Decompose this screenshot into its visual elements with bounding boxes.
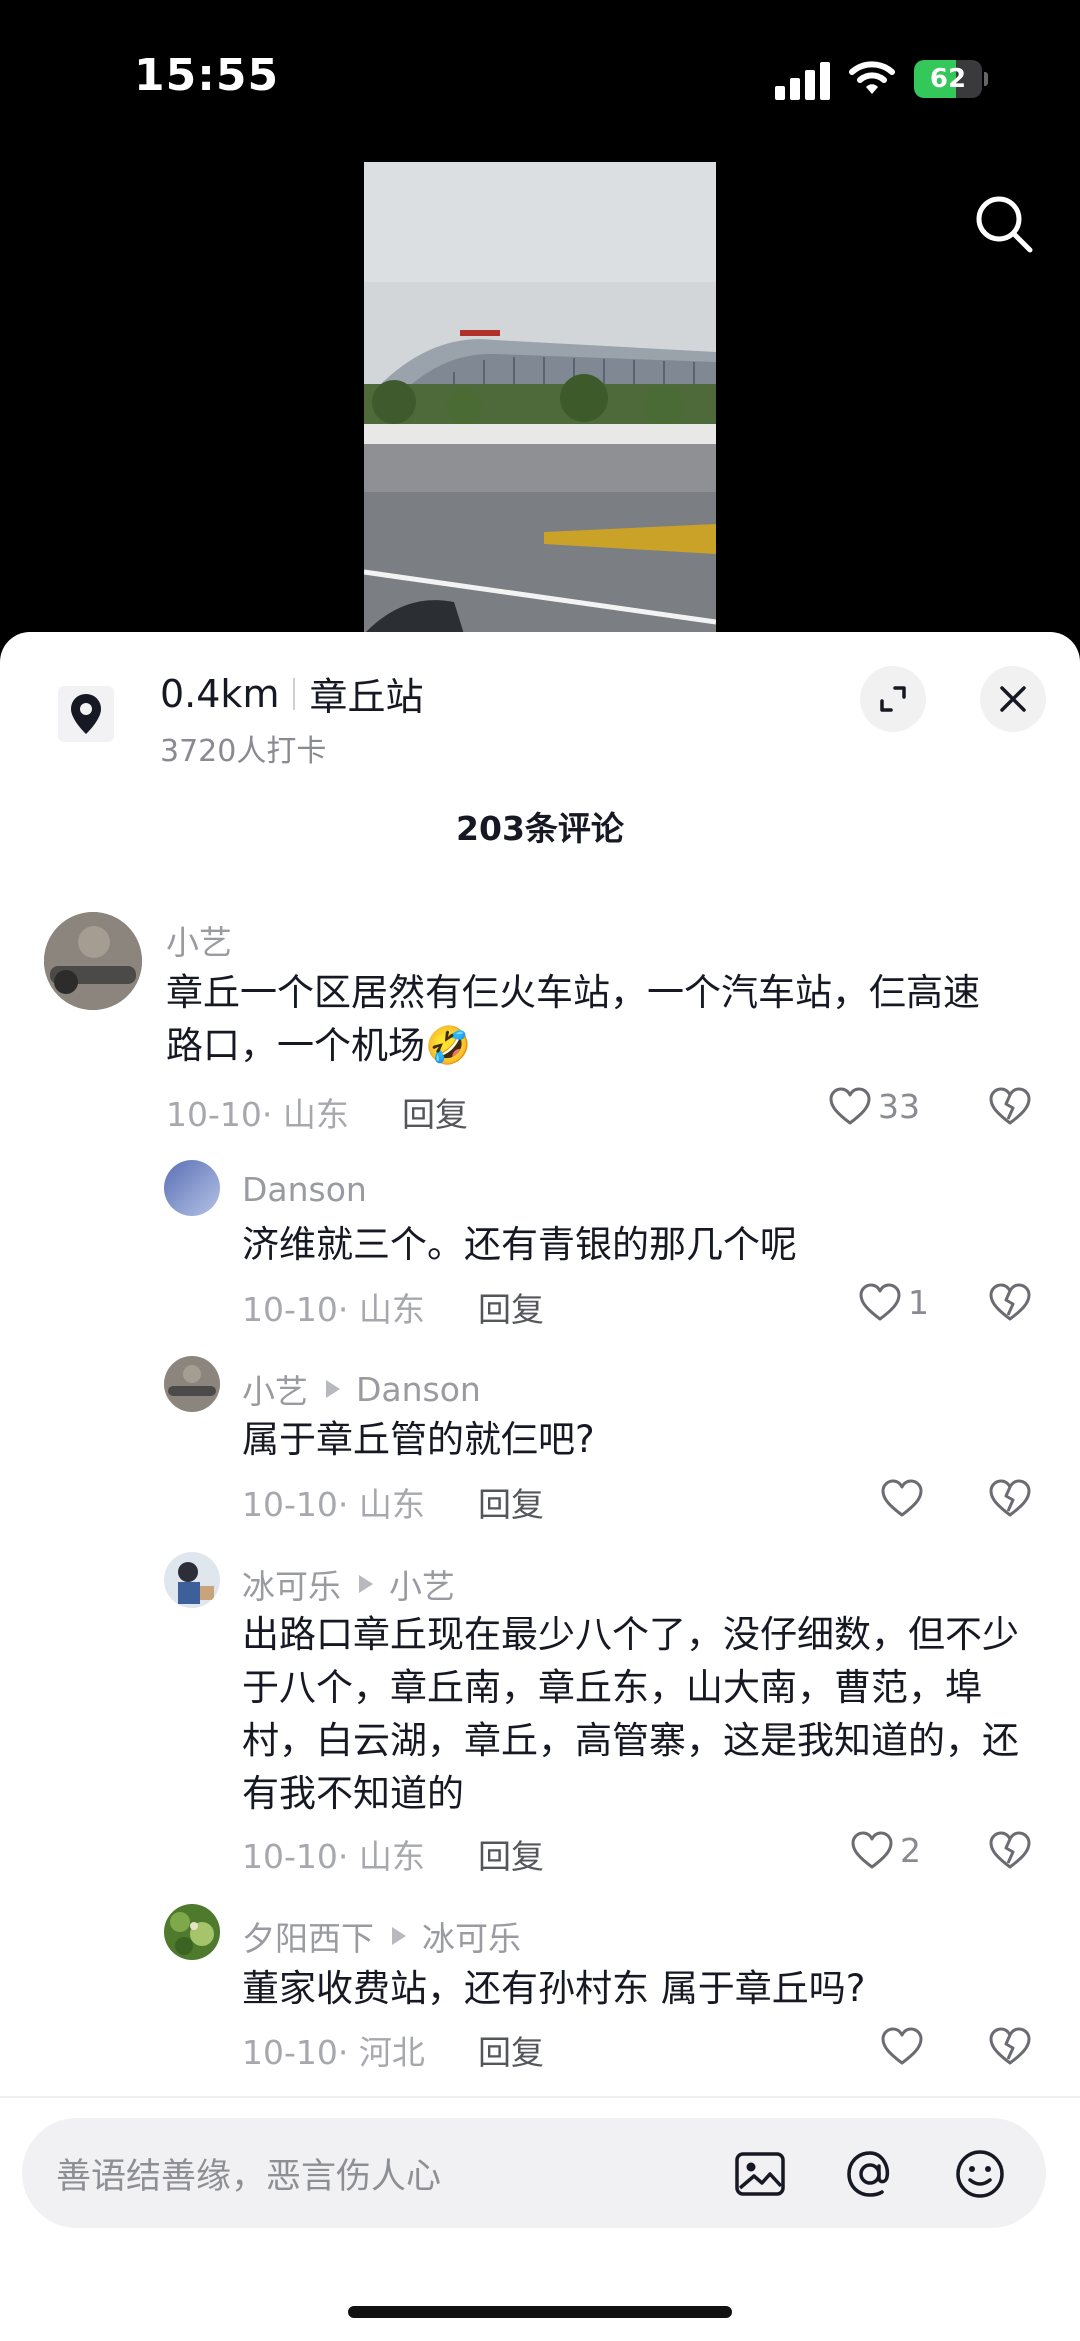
like-count: 2 — [900, 1830, 921, 1870]
location-name: 章丘站 — [309, 675, 424, 719]
reply-button[interactable]: 回复 — [478, 1478, 544, 1526]
comment-username[interactable]: 冰可乐 小艺 — [242, 1560, 455, 1608]
battery-indicator: 62 — [914, 60, 988, 98]
like-count: 33 — [878, 1086, 920, 1126]
like-button[interactable]: 2 — [850, 1830, 921, 1870]
home-indicator[interactable] — [348, 2306, 732, 2318]
avatar[interactable] — [44, 912, 142, 1010]
reply-button[interactable]: 回复 — [478, 1283, 544, 1331]
status-time: 15:55 — [134, 50, 280, 101]
close-button[interactable] — [980, 666, 1046, 732]
heart-icon — [859, 1283, 901, 1321]
avatar[interactable] — [164, 1356, 220, 1412]
dislike-button[interactable] — [988, 2026, 1032, 2070]
comment-count: 203条评论 — [456, 809, 624, 848]
wifi-icon — [848, 58, 896, 98]
dislike-button[interactable] — [988, 1086, 1032, 1130]
location-pin-icon — [58, 686, 114, 742]
dislike-button[interactable] — [988, 1478, 1032, 1522]
comment-input[interactable]: 善语结善缘，恶言伤人心 — [22, 2118, 1046, 2228]
comment-input-placeholder: 善语结善缘，恶言伤人心 — [56, 2157, 442, 2197]
broken-heart-icon — [989, 1479, 1031, 1517]
dislike-button[interactable] — [988, 1282, 1032, 1326]
comment-text: 济维就三个。还有青银的那几个呢 — [242, 1223, 797, 1266]
expand-icon — [880, 686, 906, 712]
location-distance: 0.4km — [160, 671, 280, 716]
reply-button[interactable]: 回复 — [478, 2026, 544, 2074]
reply-button[interactable]: 回复 — [478, 1830, 544, 1878]
like-count: 1 — [908, 1282, 929, 1322]
mention-icon[interactable] — [842, 2146, 898, 2202]
location-checkins: 3720人打卡 — [160, 734, 327, 769]
broken-heart-icon — [989, 1087, 1031, 1125]
comment-text: 属于章丘管的就仨吧? — [242, 1418, 595, 1461]
avatar[interactable] — [164, 1904, 220, 1960]
comment-meta: 10-10· 山东 — [242, 1485, 425, 1524]
broken-heart-icon — [989, 1831, 1031, 1869]
comment-text: 章丘一个区居然有仨火车站，一个汽车站，仨高速路口，一个机场🤣 — [166, 971, 980, 1067]
comment-meta: 10-10· 山东 — [242, 1290, 425, 1329]
broken-heart-icon — [989, 2027, 1031, 2065]
video-player[interactable] — [364, 162, 716, 634]
comment-username[interactable]: 小艺 — [166, 916, 232, 964]
emoji-icon[interactable] — [952, 2146, 1008, 2202]
heart-icon — [851, 1831, 893, 1869]
comment-meta: 10-10· 山东 — [242, 1837, 425, 1876]
like-button[interactable] — [880, 1478, 930, 1518]
like-button[interactable]: 33 — [828, 1086, 920, 1126]
divider — [293, 677, 296, 710]
location-title[interactable]: 0.4km 章丘站 — [160, 666, 423, 721]
dislike-button[interactable] — [988, 1830, 1032, 1874]
heart-icon — [881, 1479, 923, 1517]
avatar[interactable] — [164, 1552, 220, 1608]
heart-icon — [881, 2027, 923, 2065]
comment-username[interactable]: 夕阳西下 冰可乐 — [242, 1912, 521, 1960]
comment-meta: 10-10· 河北 — [242, 2033, 425, 2072]
divider — [0, 2096, 1080, 2098]
reply-arrow-icon — [392, 1927, 406, 1945]
image-icon[interactable] — [732, 2146, 788, 2202]
reply-button[interactable]: 回复 — [402, 1088, 468, 1136]
comment-text: 董家收费站，还有孙村东 属于章丘吗? — [242, 1967, 866, 2010]
comment-username[interactable]: 小艺 Danson — [242, 1365, 481, 1413]
like-button[interactable] — [880, 2026, 930, 2066]
comment-username[interactable]: Danson — [242, 1170, 367, 1209]
heart-icon — [829, 1087, 871, 1125]
comment-text: 出路口章丘现在最少八个了，没仔细数，但不少于八个，章丘南，章丘东，山大南，曹范，… — [242, 1613, 1019, 1815]
close-icon — [1000, 686, 1026, 712]
reply-arrow-icon — [359, 1575, 373, 1593]
reply-arrow-icon — [326, 1380, 340, 1398]
like-button[interactable]: 1 — [858, 1282, 929, 1322]
search-icon[interactable] — [972, 192, 1036, 256]
broken-heart-icon — [989, 1283, 1031, 1321]
comment-meta: 10-10· 山东 — [166, 1095, 349, 1134]
avatar[interactable] — [164, 1160, 220, 1216]
battery-level: 62 — [929, 64, 967, 94]
expand-button[interactable] — [860, 666, 926, 732]
cellular-signal-icon — [775, 62, 831, 100]
